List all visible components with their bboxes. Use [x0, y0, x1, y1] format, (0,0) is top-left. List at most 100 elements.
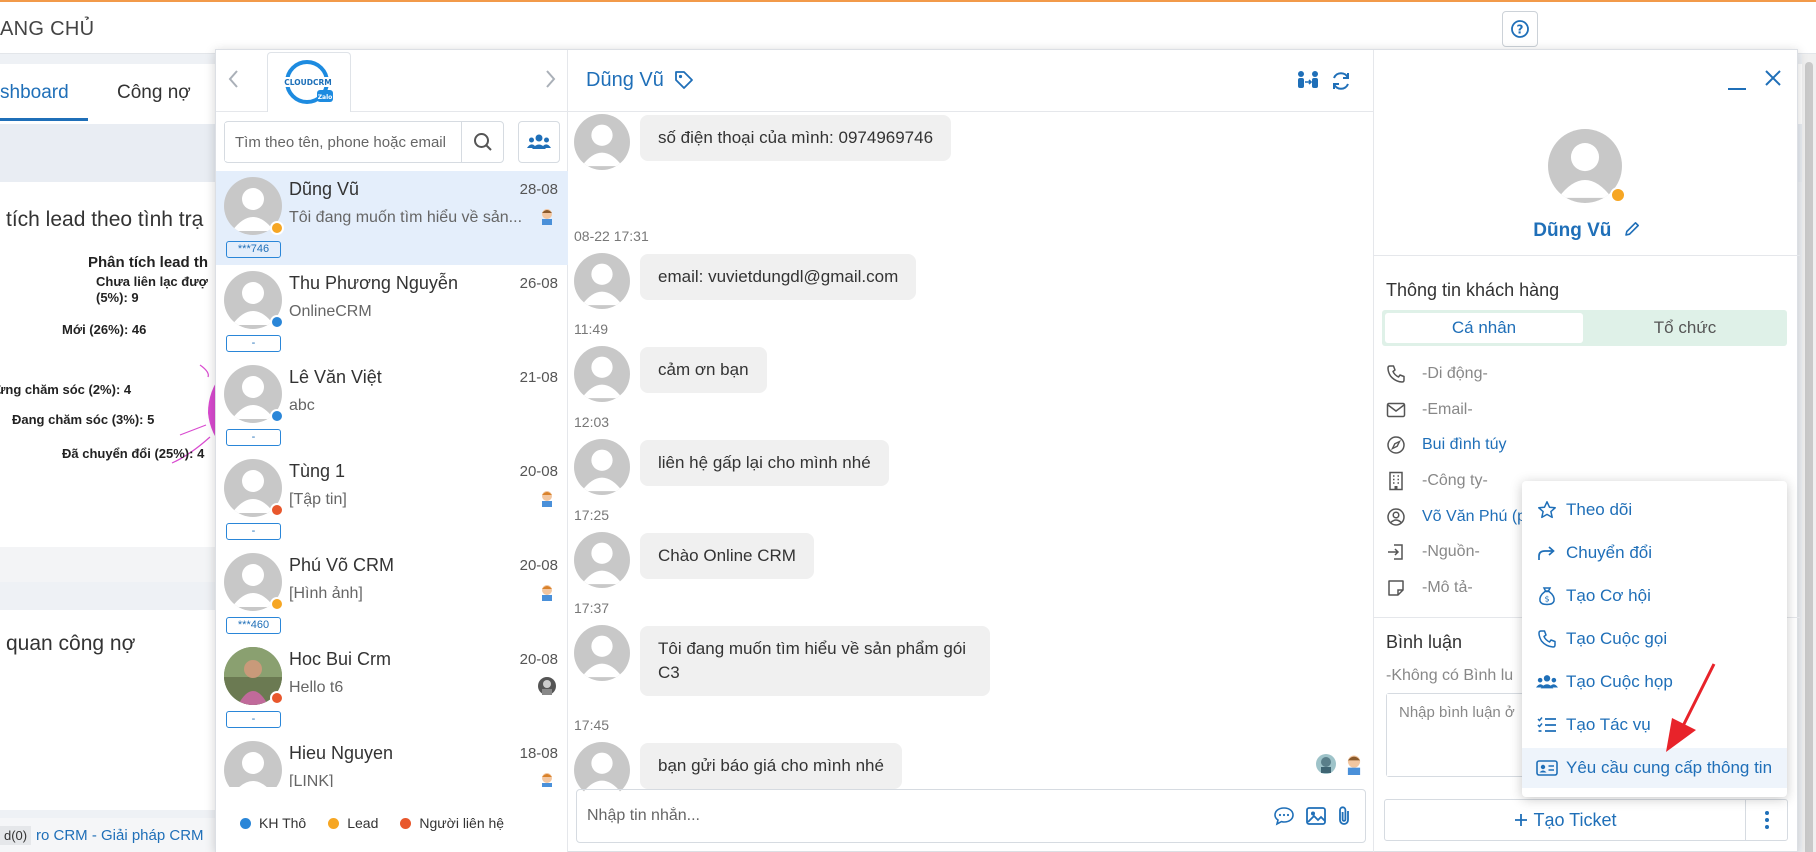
envelope-icon: [1386, 402, 1406, 418]
contact-item[interactable]: Dũng Vũ 28-08 Tôi đang muốn tìm hiểu về …: [216, 171, 568, 265]
legend-dot: [400, 817, 412, 829]
message-input[interactable]: [587, 800, 1247, 832]
menu-item-create-task[interactable]: Tạo Tác vụ: [1522, 705, 1787, 745]
vertical-dots-icon: [1764, 811, 1769, 829]
contact-item[interactable]: Lê Văn Việt 21-08 abc -: [216, 359, 568, 453]
tab-dashboard[interactable]: shboard: [0, 82, 69, 104]
contact-preview: abc: [289, 397, 315, 414]
agent-avatar-icon: [1347, 755, 1361, 775]
menu-item-follow[interactable]: Theo dõi: [1522, 490, 1787, 530]
task-list-icon: [1537, 717, 1556, 732]
tag-button[interactable]: [674, 70, 694, 95]
create-ticket-button[interactable]: Tạo Ticket: [1385, 800, 1745, 840]
mobile-value[interactable]: -Di động-: [1422, 365, 1488, 383]
menu-item-create-meeting[interactable]: Tạo Cuộc họp: [1522, 662, 1787, 702]
menu-item-convert[interactable]: Chuyển đổi: [1522, 533, 1787, 573]
image-icon: [1306, 807, 1326, 825]
prev-account-button[interactable]: [226, 66, 240, 97]
plus-icon: [1515, 814, 1528, 826]
edit-pencil-icon[interactable]: [1623, 220, 1641, 238]
contact-item[interactable]: Phú Võ CRM 20-08 [Hình ảnh] ***460: [216, 547, 568, 641]
tab-debt[interactable]: Công nợ: [117, 82, 191, 104]
tag-icon: [675, 71, 693, 89]
lead-status-dot: [1610, 187, 1626, 203]
no-comment-text: -Không có Bình lu: [1386, 667, 1514, 684]
minimize-icon: [1728, 88, 1746, 90]
contact-item[interactable]: Hoc Bui Crm 20-08 Hello t6 -: [216, 641, 568, 735]
menu-item-create-opportunity[interactable]: $ Tạo Cơ hội: [1522, 576, 1787, 616]
page-scrollbar[interactable]: [1802, 54, 1816, 852]
transfer-users-icon: [1298, 71, 1318, 88]
contact-date: 20-08: [519, 651, 558, 668]
contact-name: Thu Phương Nguyễn: [289, 273, 458, 293]
bot-avatar-icon: [1316, 754, 1336, 774]
compass-icon: [1387, 436, 1405, 454]
segment-organization[interactable]: Tổ chức: [1586, 313, 1784, 343]
message-list[interactable]: số điện thoại của mình: 0974969746 08-22…: [568, 112, 1373, 792]
contact-date: 21-08: [519, 369, 558, 386]
svg-text:?: ?: [1517, 23, 1524, 37]
description-value[interactable]: -Mô tả-: [1422, 579, 1473, 597]
zalo-oa-tab[interactable]: CLOUDCRM Zalo: [267, 52, 351, 112]
phone-icon: [1387, 365, 1405, 383]
company-value[interactable]: -Công ty-: [1422, 472, 1488, 490]
contact-search-input[interactable]: [225, 123, 461, 161]
send-image-button[interactable]: [1305, 805, 1327, 832]
contact-phone-badge: -: [226, 429, 281, 446]
contact-phone-badge: -: [226, 711, 281, 728]
contact-search: [224, 121, 504, 163]
pie-leader-line: [199, 364, 209, 378]
close-button[interactable]: [1763, 68, 1783, 93]
conversation-header: Dũng Vũ: [568, 50, 1373, 112]
segment-personal[interactable]: Cá nhân: [1385, 313, 1583, 343]
status-legend: KH Thô Lead Người liên hệ: [216, 794, 568, 852]
cloud-zalo-logo-icon: CLOUDCRM Zalo: [283, 59, 333, 104]
footer-link[interactable]: ro CRM - Giải pháp CRM: [36, 827, 204, 844]
agent-avatar-icon: [542, 585, 552, 601]
agent-avatar-icon: [538, 677, 556, 695]
attach-file-button[interactable]: [1335, 805, 1353, 832]
email-value[interactable]: -Email-: [1422, 401, 1473, 419]
contact-item[interactable]: Hieu Nguyen 18-08 [LINK]: [216, 735, 568, 787]
transfer-chat-button[interactable]: [1296, 70, 1320, 97]
menu-item-create-call[interactable]: Tạo Cuộc gọi: [1522, 619, 1787, 659]
help-icon: ?: [1511, 20, 1529, 38]
scrollbar-thumb[interactable]: [1805, 62, 1813, 852]
crm-top-bar: ANG CHỦ ?: [0, 0, 1816, 54]
search-button[interactable]: [461, 122, 503, 162]
sticky-note-icon: [1388, 580, 1404, 596]
next-account-button[interactable]: [544, 66, 558, 97]
address-value[interactable]: Bui đình túy: [1422, 436, 1507, 454]
sign-in-icon: [1388, 544, 1403, 560]
message-bubble: cảm ơn bạn: [640, 347, 767, 393]
debt-card-title: quan công nợ: [6, 632, 136, 655]
minimize-button[interactable]: [1726, 70, 1748, 97]
group-contacts-button[interactable]: [518, 121, 560, 163]
pie-label: (5%): 9: [96, 290, 139, 305]
conversation-panel: Dũng Vũ số điện thoại của mình: 09749697…: [568, 50, 1373, 852]
conversation-contact-name[interactable]: Dũng Vũ: [586, 69, 664, 92]
share-arrow-icon: [1538, 546, 1555, 560]
menu-item-request-info[interactable]: Yêu cầu cung cấp thông tin: [1522, 748, 1787, 788]
menu-item-label: Tạo Cuộc gọi: [1566, 629, 1668, 648]
contact-date: 20-08: [519, 557, 558, 574]
quick-reply-button[interactable]: [1273, 805, 1295, 832]
contact-name: Dũng Vũ: [289, 179, 360, 199]
message-bubble: Tôi đang muốn tìm hiểu về sản phẩm gói C…: [640, 626, 990, 696]
contact-item[interactable]: Thu Phương Nguyễn 26-08 OnlineCRM -: [216, 265, 568, 359]
contact-date: 28-08: [519, 181, 558, 198]
create-ticket-label: Tạo Ticket: [1533, 809, 1617, 830]
legend-item: Người liên hệ: [400, 815, 504, 831]
profile-name-text: Dũng Vũ: [1533, 220, 1612, 241]
owner-value[interactable]: Võ Văn Phú (ph: [1422, 508, 1535, 526]
source-value[interactable]: -Nguồn-: [1422, 543, 1480, 561]
refresh-button[interactable]: [1330, 70, 1352, 97]
contact-item[interactable]: Tùng 1 20-08 [Tập tin] -: [216, 453, 568, 547]
menu-item-label: Tạo Tác vụ: [1566, 715, 1651, 734]
help-button[interactable]: ?: [1502, 11, 1538, 47]
message-avatar: [574, 625, 630, 681]
more-actions-button[interactable]: [1745, 800, 1787, 840]
contact-name: Lê Văn Việt: [289, 367, 382, 387]
contact-preview: [Tập tin]: [289, 491, 347, 508]
annotation-arrow-icon: [1666, 663, 1716, 752]
